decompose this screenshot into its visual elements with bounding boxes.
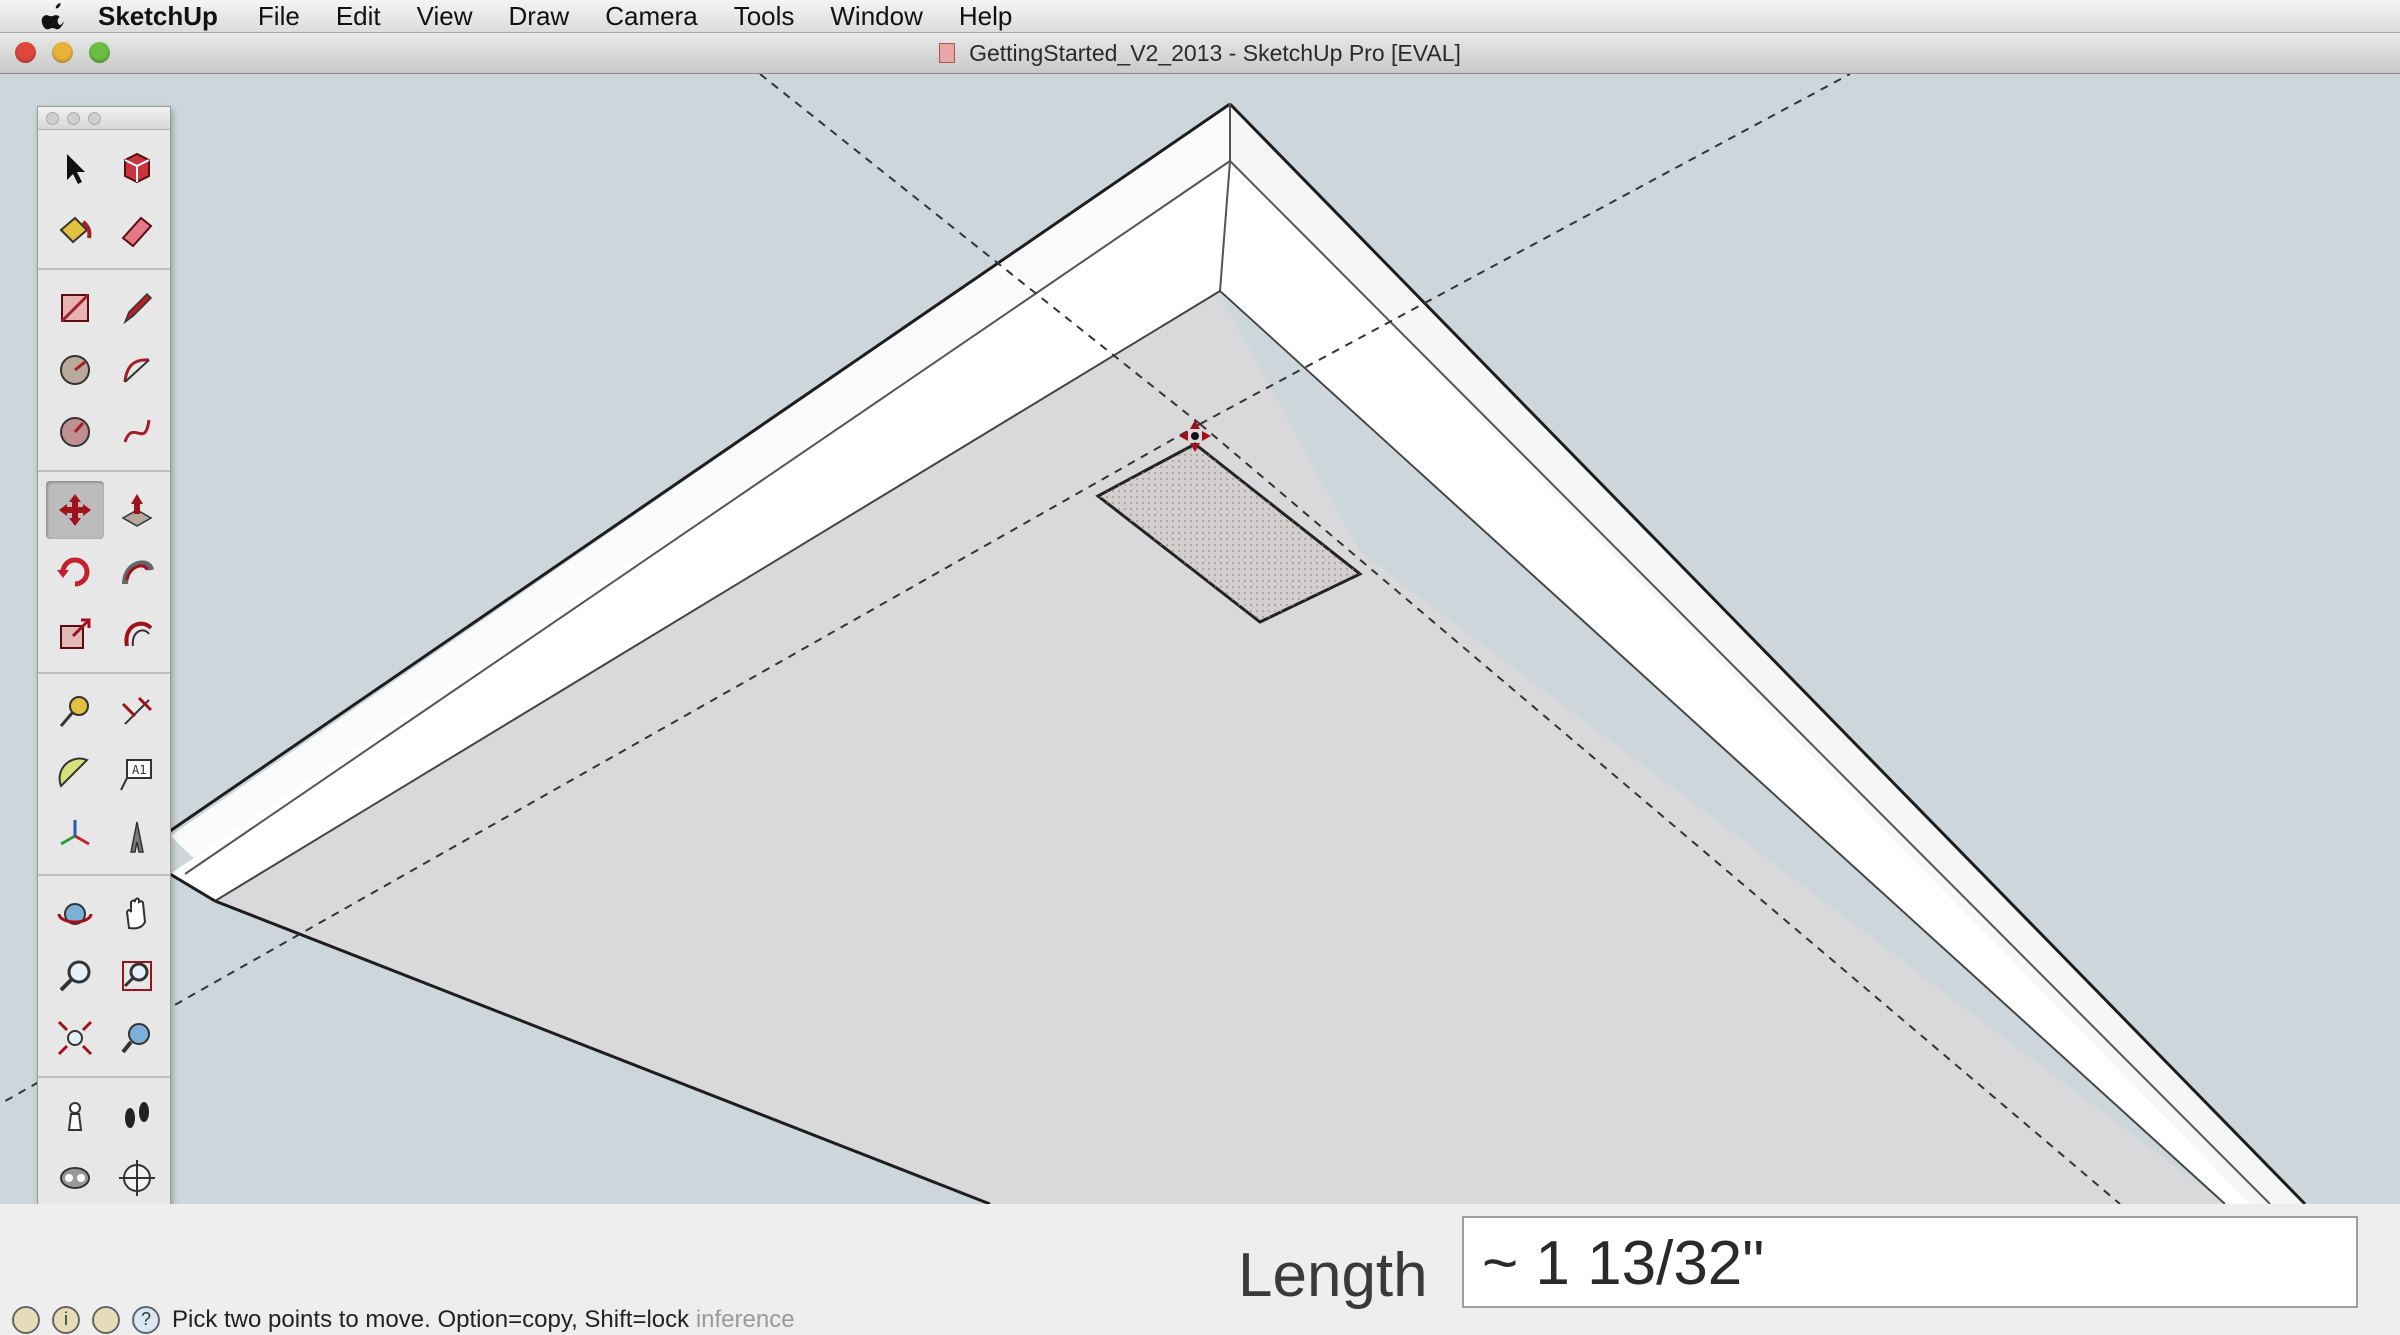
menu-bar: SketchUp File Edit View Draw Camera Tool…	[0, 0, 2400, 33]
orbit-icon[interactable]	[46, 885, 104, 943]
window-title: GettingStarted_V2_2013 - SketchUp Pro [E…	[969, 39, 1461, 66]
protractor-icon[interactable]	[46, 745, 104, 803]
menu-help[interactable]: Help	[959, 1, 1012, 32]
palette-header[interactable]	[38, 107, 170, 130]
status-bar-area: Length ~ 1 13/32" i ? Pick two points to…	[0, 1204, 2400, 1335]
user-icon[interactable]	[92, 1305, 120, 1334]
section-plane-icon[interactable]	[108, 1149, 166, 1207]
menu-draw[interactable]: Draw	[509, 1, 570, 32]
position-camera-icon[interactable]	[46, 1087, 104, 1145]
large-tool-set-palette: A1	[37, 106, 171, 1230]
push-pull-icon[interactable]	[108, 481, 166, 539]
apple-icon[interactable]	[36, 2, 68, 30]
svg-text:A1: A1	[132, 763, 146, 777]
zoom-window-icon[interactable]	[108, 947, 166, 1005]
paint-bucket-icon[interactable]	[46, 201, 104, 259]
menu-camera[interactable]: Camera	[605, 1, 697, 32]
look-around-icon[interactable]	[46, 1149, 104, 1207]
measurements-box[interactable]: ~ 1 13/32"	[1462, 1216, 2358, 1308]
rectangle-icon[interactable]	[46, 279, 104, 337]
geo-location-icon[interactable]	[12, 1305, 40, 1334]
axes-icon[interactable]	[46, 807, 104, 865]
menu-view[interactable]: View	[417, 1, 473, 32]
freehand-icon[interactable]	[108, 403, 166, 461]
minimize-window-button[interactable]	[52, 42, 73, 63]
walk-icon[interactable]	[108, 1087, 166, 1145]
scale-icon[interactable]	[46, 605, 104, 663]
arc-icon[interactable]	[108, 341, 166, 399]
menu-window[interactable]: Window	[830, 1, 922, 32]
status-text: Pick two points to move. Option=copy, Sh…	[172, 1305, 795, 1333]
offset-icon[interactable]	[108, 605, 166, 663]
window-title-bar: GettingStarted_V2_2013 - SketchUp Pro [E…	[0, 33, 2400, 74]
zoom-icon[interactable]	[46, 947, 104, 1005]
3d-text-icon[interactable]	[108, 807, 166, 865]
vcb-label: Length	[1238, 1241, 1428, 1310]
move-tool-icon[interactable]	[46, 481, 104, 539]
rotate-icon[interactable]	[46, 543, 104, 601]
follow-me-icon[interactable]	[108, 543, 166, 601]
eraser-icon[interactable]	[108, 201, 166, 259]
pan-icon[interactable]	[108, 885, 166, 943]
previous-view-icon[interactable]	[108, 1009, 166, 1067]
status-bar: i ? Pick two points to move. Option=copy…	[0, 1304, 1200, 1335]
slab-top-face	[215, 291, 2225, 1204]
menu-edit[interactable]: Edit	[336, 1, 381, 32]
menu-app-sketchup[interactable]: SketchUp	[98, 1, 218, 32]
tape-measure-icon[interactable]	[46, 683, 104, 741]
menu-file[interactable]: File	[258, 1, 300, 32]
help-icon[interactable]: ?	[132, 1305, 160, 1334]
polygon-icon[interactable]	[46, 403, 104, 461]
document-icon	[939, 43, 956, 63]
dimension-icon[interactable]	[108, 683, 166, 741]
make-component-icon[interactable]	[108, 139, 166, 197]
credits-icon[interactable]: i	[52, 1305, 80, 1334]
model-viewport[interactable]	[0, 74, 2400, 1204]
menu-tools[interactable]: Tools	[734, 1, 795, 32]
line-pencil-icon[interactable]	[108, 279, 166, 337]
zoom-extents-icon[interactable]	[46, 1009, 104, 1067]
select-tool-icon[interactable]	[46, 139, 104, 197]
close-window-button[interactable]	[15, 42, 36, 63]
zoom-window-button[interactable]	[89, 42, 110, 63]
circle-icon[interactable]	[46, 341, 104, 399]
text-tool-icon[interactable]: A1	[108, 745, 166, 803]
model-scene	[0, 74, 2307, 1204]
